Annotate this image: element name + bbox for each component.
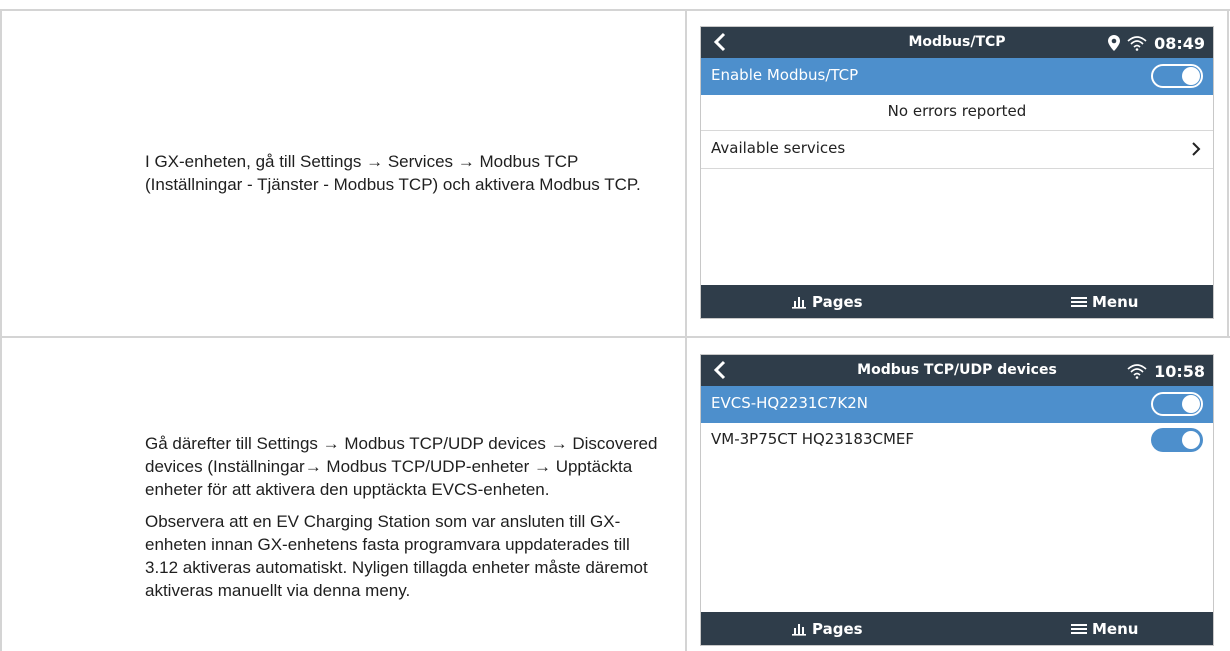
table-border-top <box>0 9 1230 11</box>
pages-label: Pages <box>812 619 863 638</box>
available-services-label: Available services <box>711 139 846 157</box>
row2-para1: Gå därefter till Settings → Modbus TCP/U… <box>145 434 658 499</box>
gx-screen-modbus-tcp: Modbus/TCP 08:49 Enable Modbus/TCP No er… <box>700 26 1214 319</box>
enable-modbus-toggle[interactable] <box>1151 64 1203 88</box>
device-enable-toggle[interactable] <box>1151 428 1203 452</box>
device-row-evcs[interactable]: EVCS-HQ2231C7K2N <box>701 386 1213 423</box>
device-label: VM-3P75CT HQ23183CMEF <box>711 430 915 448</box>
top-bar: Modbus TCP/UDP devices 10:58 <box>701 355 1213 386</box>
toggle-knob <box>1182 67 1200 85</box>
enable-modbus-row[interactable]: Enable Modbus/TCP <box>701 58 1213 95</box>
row1-text: I GX-enheten, gå till Settings → Service… <box>145 152 641 194</box>
pages-button[interactable]: Pages <box>791 285 863 318</box>
menu-button[interactable]: Menu <box>1071 612 1138 645</box>
status-area: 08:49 <box>1108 32 1205 54</box>
menu-label: Menu <box>1092 292 1139 311</box>
row2-para2: Observera att en EV Charging Station som… <box>145 512 648 600</box>
wifi-icon <box>1127 36 1147 51</box>
toggle-knob <box>1182 395 1200 413</box>
location-pin-icon <box>1108 35 1121 51</box>
bar-chart-icon <box>792 296 806 309</box>
status-area: 10:58 <box>1126 360 1205 382</box>
pages-label: Pages <box>812 292 863 311</box>
wifi-icon <box>1127 364 1147 379</box>
table-border-left <box>0 9 2 651</box>
table-border-right <box>1227 9 1229 337</box>
row1-instruction: I GX-enheten, gå till Settings → Service… <box>145 150 665 205</box>
hamburger-menu-icon <box>1071 296 1087 307</box>
document-table: I GX-enheten, gå till Settings → Service… <box>0 0 1230 651</box>
menu-button[interactable]: Menu <box>1071 285 1138 318</box>
bottom-bar: Pages Menu <box>701 612 1213 645</box>
device-enable-toggle[interactable] <box>1151 392 1203 416</box>
device-row-vm[interactable]: VM-3P75CT HQ23183CMEF <box>701 422 1213 458</box>
toggle-knob <box>1182 431 1200 449</box>
status-message: No errors reported <box>887 102 1027 120</box>
status-row: No errors reported <box>701 94 1213 131</box>
top-bar: Modbus/TCP 08:49 <box>701 27 1213 58</box>
table-row-divider <box>0 336 1230 338</box>
menu-label: Menu <box>1092 619 1139 638</box>
pages-button[interactable]: Pages <box>791 612 863 645</box>
gx-screen-modbus-devices: Modbus TCP/UDP devices 10:58 EVCS-HQ2231… <box>700 354 1214 646</box>
table-column-divider <box>685 9 687 651</box>
clock-time: 08:49 <box>1154 33 1205 53</box>
bar-chart-icon <box>792 623 806 636</box>
clock-time: 10:58 <box>1154 361 1205 381</box>
device-label: EVCS-HQ2231C7K2N <box>711 394 869 412</box>
hamburger-menu-icon <box>1071 623 1087 634</box>
bottom-bar: Pages Menu <box>701 285 1213 318</box>
row2-instruction: Gå därefter till Settings → Modbus TCP/U… <box>145 432 665 611</box>
enable-modbus-label: Enable Modbus/TCP <box>711 66 859 84</box>
chevron-right-icon <box>1192 142 1201 156</box>
available-services-row[interactable]: Available services <box>701 131 1213 169</box>
